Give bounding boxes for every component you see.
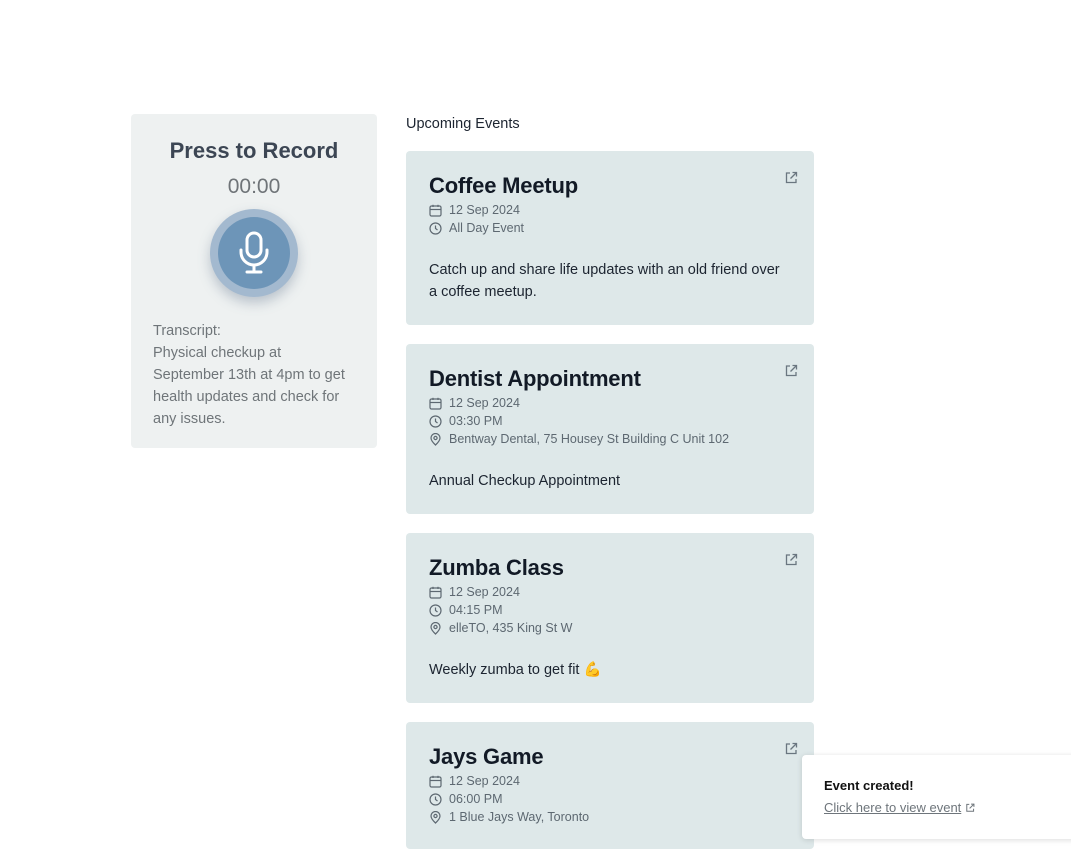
event-time: 04:15 PM — [429, 601, 503, 619]
location-pin-icon — [430, 810, 441, 824]
event-location: 1 Blue Jays Way, Toronto — [429, 808, 589, 826]
event-time-text: 04:15 PM — [449, 603, 503, 617]
event-date-text: 12 Sep 2024 — [449, 774, 520, 788]
external-link-icon[interactable] — [784, 171, 798, 185]
record-button[interactable] — [210, 209, 298, 297]
event-time: All Day Event — [429, 219, 524, 237]
microphone-icon — [239, 231, 269, 274]
event-date: 12 Sep 2024 — [429, 201, 520, 219]
clock-icon — [429, 792, 442, 806]
record-button-inner — [218, 217, 290, 289]
event-title: Dentist Appointment — [429, 366, 641, 391]
transcript: Transcript: Physical checkup at Septembe… — [153, 320, 353, 430]
event-time-text: 03:30 PM — [449, 414, 503, 428]
recorder-title: Press to Record — [169, 138, 339, 163]
event-time: 03:30 PM — [429, 412, 503, 430]
event-date-text: 12 Sep 2024 — [449, 585, 520, 599]
event-title: Coffee Meetup — [429, 173, 578, 198]
calendar-icon — [429, 397, 442, 410]
event-location: elleTO, 435 King St W — [429, 619, 572, 637]
event-time: 06:00 PM — [429, 790, 503, 808]
calendar-icon — [429, 586, 442, 599]
toast-title: Event created! — [824, 778, 914, 793]
event-title: Jays Game — [429, 744, 544, 769]
event-card: Coffee Meetup 12 Sep 2024 All Day Event … — [406, 151, 814, 325]
transcript-text: Physical checkup at September 13th at 4p… — [153, 345, 345, 427]
clock-icon — [429, 221, 442, 235]
calendar-icon — [429, 775, 442, 788]
event-date: 12 Sep 2024 — [429, 583, 520, 601]
recorder-timer: 00:00 — [227, 175, 281, 198]
events-heading: Upcoming Events — [406, 116, 520, 132]
view-event-link[interactable]: Click here to view event — [824, 800, 975, 815]
event-title: Zumba Class — [429, 555, 564, 580]
recorder-panel: Press to Record 00:00 Transcript: Physic… — [131, 114, 377, 448]
event-location-text: 1 Blue Jays Way, Toronto — [449, 810, 590, 824]
location-pin-icon — [430, 621, 441, 635]
clock-icon — [429, 603, 442, 617]
calendar-icon — [429, 204, 442, 217]
view-event-link-text: Click here to view event — [824, 800, 962, 815]
clock-icon — [429, 414, 442, 428]
event-description: Catch up and share life updates with an … — [429, 262, 780, 300]
event-location-text: Bentway Dental, 75 Housey St Building C … — [449, 432, 730, 446]
event-date-text: 12 Sep 2024 — [449, 396, 520, 410]
event-location-text: elleTO, 435 King St W — [449, 621, 573, 635]
transcript-label: Transcript: — [153, 323, 221, 339]
external-link-icon — [966, 803, 975, 812]
event-card: Jays Game 12 Sep 2024 06:00 PM 1 Blue Ja… — [406, 722, 814, 849]
event-card: Dentist Appointment 12 Sep 2024 03:30 PM… — [406, 344, 814, 514]
event-date: 12 Sep 2024 — [429, 394, 520, 412]
event-description: Weekly zumba to get fit 💪 — [429, 662, 602, 678]
event-card: Zumba Class 12 Sep 2024 04:15 PM elleTO,… — [406, 533, 814, 703]
location-pin-icon — [430, 432, 441, 446]
event-time-text: 06:00 PM — [449, 792, 503, 806]
external-link-icon[interactable] — [784, 742, 798, 756]
external-link-icon[interactable] — [784, 553, 798, 567]
event-created-toast: Event created! Click here to view event — [802, 755, 1071, 839]
event-location: Bentway Dental, 75 Housey St Building C … — [429, 430, 729, 448]
event-date: 12 Sep 2024 — [429, 772, 520, 790]
event-date-text: 12 Sep 2024 — [449, 203, 520, 217]
event-time-text: All Day Event — [449, 221, 525, 235]
event-description: Annual Checkup Appointment — [429, 473, 621, 489]
external-link-icon[interactable] — [784, 364, 798, 378]
